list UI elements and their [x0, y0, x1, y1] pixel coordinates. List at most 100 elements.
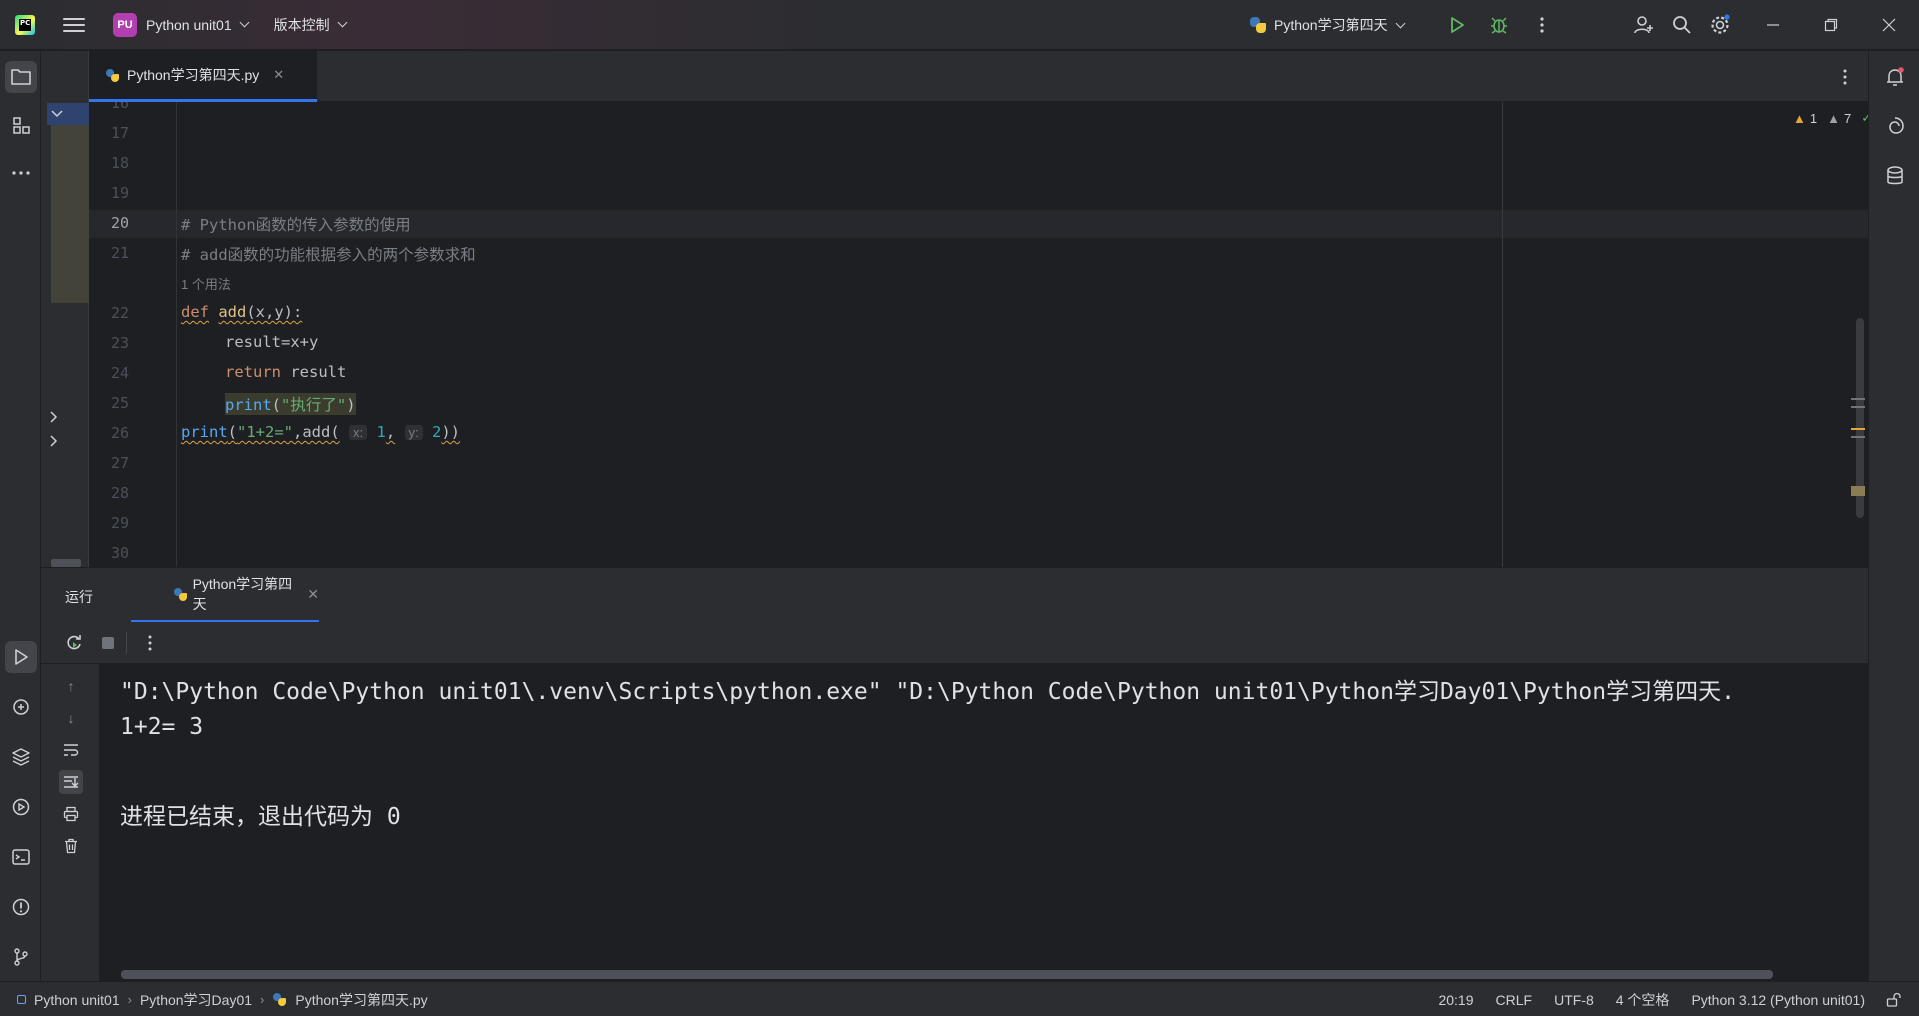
run-console-output[interactable]: "D:\Python Code\Python unit01\.venv\Scri… [100, 664, 1868, 981]
project-name: Python unit01 [146, 16, 232, 33]
search-icon[interactable] [1670, 13, 1694, 37]
breadcrumb-separator-icon: › [127, 992, 132, 1007]
bell-icon [1887, 67, 1904, 86]
git-button[interactable] [5, 941, 37, 973]
rerun-icon[interactable] [65, 634, 83, 652]
bug-icon [1491, 17, 1507, 34]
scroll-marker [1851, 406, 1865, 408]
console-line: 1+2= 3 [120, 714, 204, 740]
project-panel-scrollbar[interactable] [51, 559, 81, 567]
line-number: 26 [110, 424, 129, 442]
arrow-up-icon[interactable]: ↑ [61, 676, 81, 696]
terminal-icon [12, 849, 30, 865]
layers-icon [12, 748, 30, 766]
project-module-icon [17, 995, 26, 1004]
python-packages-button[interactable] [5, 741, 37, 773]
warning-icon: ▲ [1793, 110, 1806, 126]
pycharm-logo-icon[interactable] [13, 13, 37, 37]
scroll-to-end-icon[interactable] [59, 770, 83, 794]
scroll-marker [1851, 428, 1865, 430]
more-tools-icon[interactable] [5, 157, 37, 189]
line-number: 28 [110, 484, 129, 502]
code-line-25: print("执行了") [225, 393, 356, 415]
print-icon[interactable] [61, 804, 81, 824]
python-file-icon [272, 992, 287, 1007]
more-actions-icon[interactable] [147, 634, 153, 652]
run-config-selector[interactable]: Python学习第四天 [1249, 0, 1406, 50]
stop-icon[interactable] [102, 637, 114, 649]
trash-icon[interactable] [61, 836, 81, 856]
database-icon [1887, 166, 1903, 185]
tree-highlight [51, 103, 89, 303]
debug-button[interactable] [1487, 13, 1511, 37]
run-toolbar [41, 622, 1868, 664]
breadcrumb-project[interactable]: Python unit01 [34, 992, 120, 1008]
run-tab[interactable]: Python学习第四天 ✕ [131, 568, 319, 623]
main-menu-icon[interactable] [63, 17, 85, 32]
vcs-label: 版本控制 [273, 16, 330, 33]
project-badge[interactable]: PU [113, 12, 137, 37]
line-number: 22 [110, 304, 129, 322]
editor-tab-active[interactable]: Python学习第四天.py ✕ [89, 51, 317, 102]
line-number: 21 [110, 244, 129, 262]
scroll-marker [1851, 398, 1865, 400]
chevron-down-icon [51, 110, 63, 118]
settings-gear-icon[interactable] [1708, 13, 1732, 37]
soft-wrap-icon[interactable] [61, 740, 81, 760]
python-console-button[interactable] [5, 691, 37, 723]
database-button[interactable] [1879, 160, 1911, 192]
close-tab-icon[interactable]: ✕ [273, 67, 284, 83]
restore-window-icon[interactable] [1819, 13, 1843, 37]
chevron-right-icon [50, 435, 58, 447]
run-tool-button[interactable] [5, 641, 37, 673]
toolbar-divider [126, 632, 127, 654]
usage-hint[interactable]: 1 个用法 [181, 274, 231, 293]
breadcrumb-folder[interactable]: Python学习Day01 [140, 990, 252, 1010]
line-number: 19 [110, 184, 129, 202]
indent-setting[interactable]: 4 个空格 [1616, 990, 1670, 1010]
param-hint-y: y: [404, 425, 423, 440]
code-line-20: # Python函数的传入参数的使用 [181, 216, 411, 234]
python-file-icon [105, 68, 120, 83]
console-horizontal-scrollbar[interactable] [121, 970, 1773, 979]
vcs-menu[interactable]: 版本控制 [273, 0, 348, 50]
project-switcher[interactable]: Python unit01 [146, 0, 250, 50]
problems-button[interactable] [5, 891, 37, 923]
read-only-lock-icon[interactable] [1885, 992, 1901, 1008]
close-window-icon[interactable] [1877, 13, 1901, 37]
ai-assistant-button[interactable] [1879, 110, 1911, 142]
param-hint-x: x: [349, 425, 368, 440]
services-button[interactable] [5, 791, 37, 823]
notifications-button[interactable] [1879, 61, 1911, 93]
line-separator[interactable]: CRLF [1496, 992, 1533, 1008]
line-number: 17 [110, 124, 129, 142]
arrow-down-icon[interactable]: ↓ [61, 708, 81, 728]
close-tab-icon[interactable]: ✕ [307, 586, 319, 603]
run-button[interactable] [1445, 13, 1469, 37]
console-line: "D:\Python Code\Python unit01\.venv\Scri… [120, 679, 1735, 705]
caret-position[interactable]: 20:19 [1438, 992, 1473, 1008]
code-line-26: print("1+2=",add( x: 1, y: 2)) [181, 423, 461, 441]
inspection-widget[interactable]: ▲1 ▲7 ✓3 ⌃ ⌄ [1793, 110, 1868, 126]
python-interpreter[interactable]: Python 3.12 (Python unit01) [1691, 992, 1865, 1008]
more-actions-icon[interactable] [1530, 13, 1554, 37]
minimize-window-icon[interactable] [1761, 13, 1785, 37]
file-encoding[interactable]: UTF-8 [1554, 992, 1594, 1008]
tree-selected-row[interactable] [47, 103, 89, 125]
add-user-icon[interactable] [1632, 13, 1656, 37]
breadcrumb-file[interactable]: Python学习第四天.py [295, 990, 427, 1010]
project-tool-button[interactable] [5, 61, 37, 93]
structure-tool-button[interactable] [5, 109, 37, 141]
ai-spiral-icon [1889, 117, 1904, 134]
code-editor[interactable]: 16 17 18 19 20 21 22 23 24 25 26 27 28 2… [89, 102, 1868, 567]
chevron-down-icon [1395, 18, 1406, 28]
play-icon [1451, 17, 1464, 33]
tab-actions-icon[interactable] [1842, 68, 1848, 86]
line-number: 18 [110, 154, 129, 172]
line-number: 24 [110, 364, 129, 382]
line-number: 20 [110, 214, 129, 232]
chevron-down-icon [337, 17, 348, 28]
code-line-24: return result [225, 363, 347, 381]
console-line: 进程已结束，退出代码为 0 [120, 804, 401, 830]
terminal-button[interactable] [5, 841, 37, 873]
